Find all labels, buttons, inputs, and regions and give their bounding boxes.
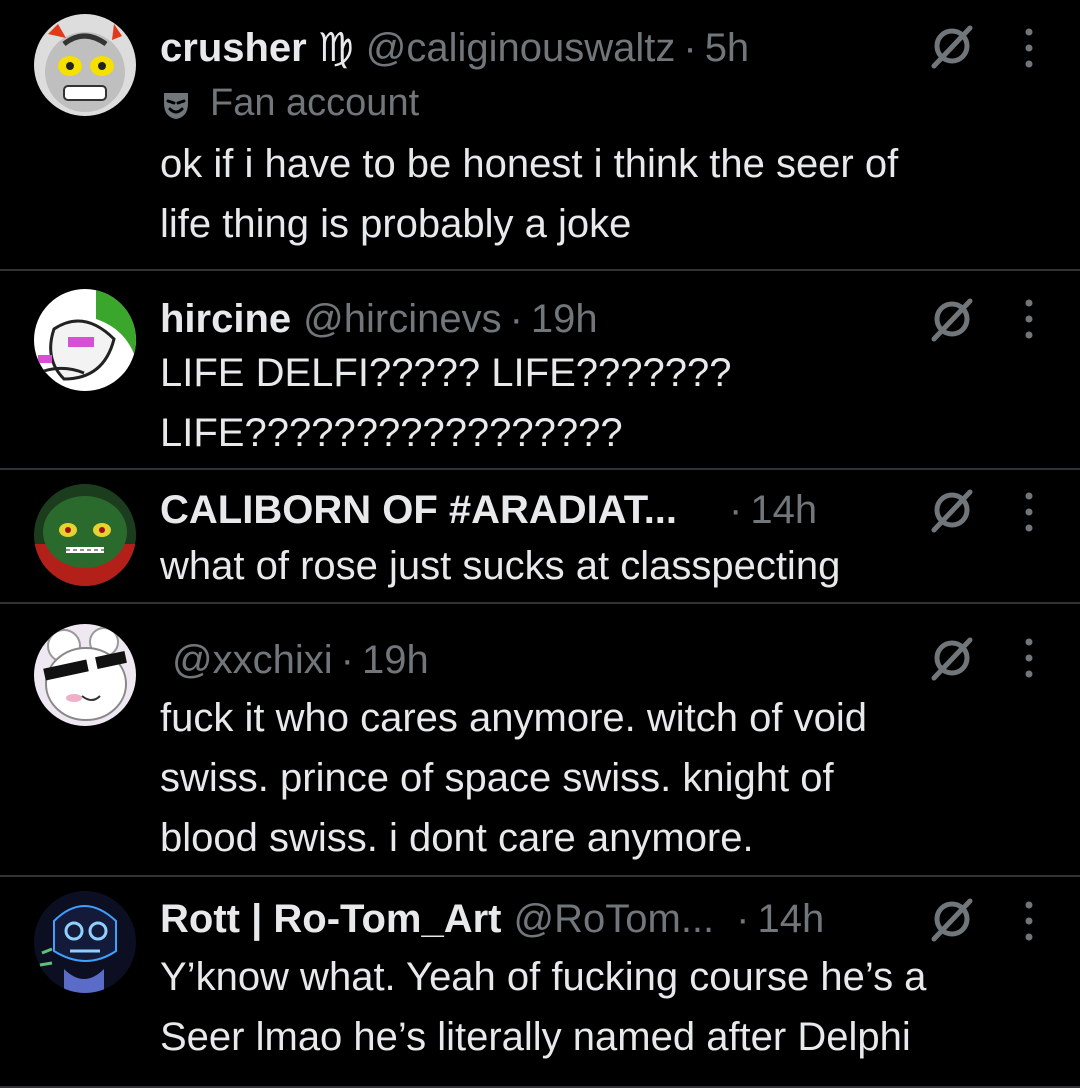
- grok-icon[interactable]: [926, 295, 976, 345]
- theater-mask-icon: [160, 88, 192, 120]
- tweet-line: life thing is probably a joke: [160, 202, 632, 246]
- tweet-line: LIFE DELFI????? LIFE???????: [160, 351, 732, 395]
- avatar[interactable]: [34, 14, 136, 116]
- tweet-line: LIFE?????????????????: [160, 411, 623, 455]
- tweet-line: swiss. prince of space swiss. knight of: [160, 756, 834, 800]
- timestamp[interactable]: 19h: [362, 634, 429, 686]
- more-dots-icon[interactable]: [1022, 899, 1036, 943]
- tweet-5[interactable]: Rott | Ro-Tom_Art @RoTom... · 14h Y’know…: [0, 877, 1080, 1088]
- tweet-3[interactable]: CALIBORN OF #ARADIAT... · 14h what of ro…: [0, 470, 1080, 604]
- tweet-text: Y’know what. Yeah of fucking course he’s…: [160, 947, 1060, 1067]
- user-handle[interactable]: @caliginouswaltz: [366, 22, 676, 74]
- display-name[interactable]: hircine: [160, 293, 291, 345]
- tweet-header: hircine @hircinevs · 19h: [160, 293, 960, 345]
- tweet-line: blood swiss. i dont care anymore.: [160, 816, 754, 860]
- tweet-line: Seer lmao he’s literally named after Del…: [160, 1015, 911, 1059]
- tweet-text: ok if i have to be honest i think the se…: [160, 134, 1040, 254]
- avatar[interactable]: [34, 289, 136, 391]
- user-handle[interactable]: @hircinevs: [303, 293, 501, 345]
- grok-icon[interactable]: [926, 634, 976, 684]
- avatar[interactable]: [34, 891, 136, 993]
- avatar[interactable]: [34, 484, 136, 586]
- tweet-text: what of rose just sucks at classpecting: [160, 536, 1040, 596]
- tweet-line: what of rose just sucks at classpecting: [160, 544, 841, 588]
- separator: ·: [340, 638, 354, 682]
- timestamp[interactable]: 14h: [758, 893, 825, 945]
- tweet-text: fuck it who cares anymore. witch of void…: [160, 688, 1040, 868]
- separator: ·: [736, 897, 750, 941]
- grok-icon[interactable]: [926, 22, 976, 72]
- separator: ·: [729, 488, 743, 532]
- grok-icon[interactable]: [926, 895, 976, 945]
- display-name[interactable]: Rott | Ro-Tom_Art: [160, 893, 502, 945]
- more-dots-icon[interactable]: [1022, 636, 1036, 680]
- tweet-line: ok if i have to be honest i think the se…: [160, 142, 899, 186]
- tweet-1[interactable]: crusher ♍ @caliginouswaltz · 5h Fan acco…: [0, 0, 1080, 271]
- tweet-line: Y’know what. Yeah of fucking course he’s…: [160, 955, 927, 999]
- avatar[interactable]: [34, 624, 136, 726]
- separator: ·: [683, 26, 697, 70]
- more-dots-icon[interactable]: [1022, 297, 1036, 341]
- more-dots-icon[interactable]: [1022, 26, 1036, 70]
- tweet-header: @xxchixi · 19h: [160, 634, 960, 686]
- tweet-line: fuck it who cares anymore. witch of void: [160, 696, 867, 740]
- timestamp[interactable]: 5h: [705, 22, 750, 74]
- tweet-4[interactable]: @xxchixi · 19h fuck it who cares anymore…: [0, 604, 1080, 877]
- separator: ·: [509, 297, 523, 341]
- tweet-text: LIFE DELFI????? LIFE??????? LIFE????????…: [160, 343, 1040, 463]
- grok-icon[interactable]: [926, 486, 976, 536]
- fan-account-badge: Fan account: [160, 82, 419, 125]
- display-name[interactable]: CALIBORN OF #ARADIAT...: [160, 484, 677, 536]
- user-handle[interactable]: @xxchixi: [172, 634, 333, 686]
- display-name[interactable]: crusher ♍: [160, 22, 354, 74]
- timestamp[interactable]: 19h: [531, 293, 598, 345]
- user-handle[interactable]: @RoTom...: [514, 893, 715, 945]
- tweet-header: CALIBORN OF #ARADIAT... · 14h: [160, 484, 960, 536]
- tweet-2[interactable]: hircine @hircinevs · 19h LIFE DELFI?????…: [0, 271, 1080, 470]
- tweet-header: Rott | Ro-Tom_Art @RoTom... · 14h: [160, 893, 960, 945]
- tweet-header: crusher ♍ @caliginouswaltz · 5h: [160, 22, 960, 74]
- badge-label: Fan account: [210, 82, 420, 124]
- more-dots-icon[interactable]: [1022, 490, 1036, 534]
- timestamp[interactable]: 14h: [750, 484, 817, 536]
